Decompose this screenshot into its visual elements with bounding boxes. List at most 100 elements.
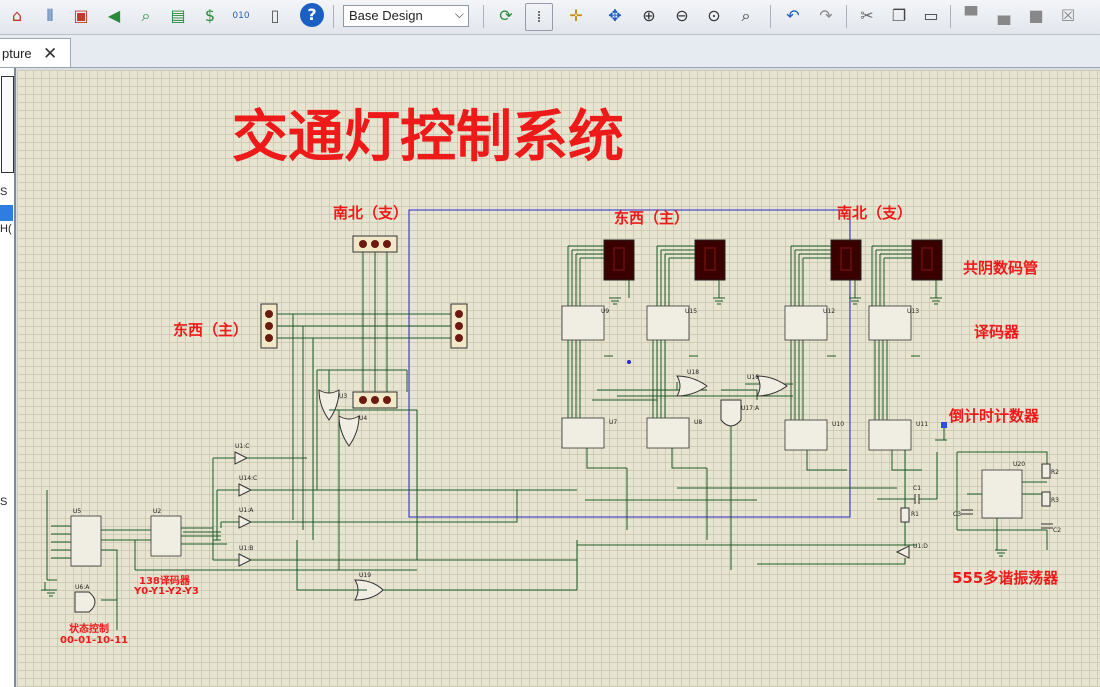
paste-icon[interactable]: ▭ xyxy=(918,3,944,29)
inverter-u14c: U14:C xyxy=(238,475,257,497)
zoom-out-icon[interactable]: ⊖ xyxy=(669,3,695,29)
search-icon[interactable]: ⌕ xyxy=(133,3,159,29)
close-icon[interactable]: ✕ xyxy=(43,44,57,64)
chevron-down-icon: ⌵ xyxy=(454,7,464,21)
chip-u13: U13 xyxy=(868,305,919,341)
chip-u9: U9 xyxy=(561,305,609,341)
label-ew-main-top: 东西（主） xyxy=(614,209,689,227)
label-ns-branch-left: 南北（支） xyxy=(333,204,408,222)
pcb-icon[interactable]: ▤ xyxy=(165,3,191,29)
zoom-in-icon[interactable]: ⊕ xyxy=(636,3,662,29)
chip-u15: U15 xyxy=(646,305,697,341)
gate-u6a: U6:A xyxy=(74,584,96,613)
chip-u2: U2 xyxy=(150,508,182,557)
block-rotate-icon[interactable]: ■ xyxy=(1023,3,1049,29)
resistor-r1: R1 xyxy=(900,507,919,523)
zoom-all-icon[interactable]: ⊙ xyxy=(701,3,727,29)
undo-icon[interactable]: ↶ xyxy=(780,3,806,29)
ref-r1: R1 xyxy=(911,511,919,518)
label-state-codes: 00-01-10-11 xyxy=(60,635,128,646)
probe-marker[interactable] xyxy=(941,422,947,428)
chip-u11: U11 xyxy=(868,419,928,451)
overview-preview[interactable] xyxy=(1,76,14,173)
refresh-icon[interactable]: ⟳ xyxy=(493,3,519,29)
ref-u13: U13 xyxy=(907,308,919,315)
seven-seg-display-2 xyxy=(694,239,726,281)
zoom-area-icon[interactable]: ⌕ xyxy=(733,3,759,29)
redo-icon[interactable]: ↷ xyxy=(813,3,839,29)
junction-dot xyxy=(627,360,631,364)
ref-u11: U11 xyxy=(916,421,928,428)
schematic-drawing: 交通灯控制系统 南北（支） 东西（主） 南北（支） 东西（主） 共阴数码管 译码… xyxy=(41,105,1061,646)
copy-icon[interactable]: ❐ xyxy=(886,3,912,29)
inverter-u1b: U1:B xyxy=(238,545,253,567)
panel-text-1: S xyxy=(0,186,8,198)
label-y-outputs: Y0-Y1-Y2-Y3 xyxy=(133,586,199,597)
label-osc555: 555多谐振荡器 xyxy=(952,569,1059,587)
ref-u6a: U6:A xyxy=(75,584,90,591)
schematic-canvas[interactable]: 交通灯控制系统 南北（支） 东西（主） 南北（支） 东西（主） 共阴数码管 译码… xyxy=(17,70,1100,687)
seven-seg-display-4 xyxy=(911,239,943,281)
ref-u14c: U14:C xyxy=(239,475,257,482)
ref-u1a: U1:A xyxy=(239,507,254,514)
label-countdown: 倒计时计数器 xyxy=(948,407,1040,425)
block-delete-icon[interactable]: ☒ xyxy=(1055,3,1081,29)
cut-icon[interactable]: ✂ xyxy=(854,3,880,29)
block-move-icon[interactable]: ▄ xyxy=(991,3,1017,29)
component-mode-icon[interactable]: ⫴ xyxy=(37,3,63,29)
binary-icon[interactable]: 010 xyxy=(228,3,254,29)
ref-u9: U9 xyxy=(601,308,609,315)
block-copy-icon[interactable]: ▀ xyxy=(958,3,984,29)
ref-u5: U5 xyxy=(73,508,81,515)
ref-u20: U20 xyxy=(1013,461,1025,468)
left-panel: S H( S xyxy=(0,68,16,687)
ref-u19: U19 xyxy=(359,572,371,579)
design-select[interactable]: Base Design ⌵ xyxy=(343,5,469,27)
gate-u4: U4 xyxy=(338,415,367,447)
chip-u5: U5 xyxy=(70,508,102,567)
sound-icon[interactable]: ◀ xyxy=(101,3,127,29)
traffic-light-ew-right xyxy=(450,303,468,349)
ref-u1d: U1:D xyxy=(913,543,928,550)
chip-u12: U12 xyxy=(784,305,835,341)
ref-u3: U3 xyxy=(339,393,347,400)
ref-u1b: U1:B xyxy=(239,545,253,552)
schematic-title: 交通灯控制系统 xyxy=(232,105,624,170)
tab-label: pture xyxy=(2,46,32,61)
label-ns-branch-right: 南北（支） xyxy=(837,204,912,222)
ref-u15: U15 xyxy=(685,308,697,315)
ref-u17a: U17:A xyxy=(741,405,760,412)
ref-r3: R3 xyxy=(1051,497,1059,504)
chip-u20: U20 xyxy=(981,461,1025,519)
label-state-ctrl: 状态控制 xyxy=(69,622,109,635)
label-seven-seg: 共阴数码管 xyxy=(963,259,1038,277)
gate-u17a: U17:A xyxy=(720,399,760,427)
ref-u1c: U1:C xyxy=(235,443,249,450)
capacitor-c1: C1 xyxy=(913,485,921,504)
selected-device-item[interactable] xyxy=(0,205,13,221)
resistor-r3: R3 xyxy=(1041,491,1059,507)
help-icon[interactable]: ? xyxy=(300,3,324,27)
panel-text-2: H( xyxy=(0,223,12,235)
origin-icon[interactable]: ✛ xyxy=(563,3,589,29)
chip-icon[interactable]: ▣ xyxy=(68,3,94,29)
resistor-r2: R2 xyxy=(1041,463,1059,479)
home-icon[interactable]: ⌂ xyxy=(4,3,30,29)
tab-schematic-capture[interactable]: pture ✕ xyxy=(0,38,71,67)
label-ew-main-left: 东西（主） xyxy=(173,321,248,339)
dollar-icon[interactable]: $ xyxy=(197,3,223,29)
panel-text-3: S xyxy=(0,496,8,508)
gate-u18: U18 xyxy=(676,369,708,397)
chip-u10: U10 xyxy=(784,419,844,451)
ref-u4: U4 xyxy=(359,415,367,422)
grid-icon[interactable]: ⁞ xyxy=(525,3,553,31)
chip-u8: U8 xyxy=(646,417,702,449)
tab-bar: pture ✕ xyxy=(0,35,1100,68)
label-decoder: 译码器 xyxy=(974,323,1020,341)
ref-u10: U10 xyxy=(832,421,844,428)
ref-c3: C3 xyxy=(953,511,961,518)
ref-c2: C2 xyxy=(1053,527,1061,534)
pan-icon[interactable]: ✥ xyxy=(602,3,628,29)
ref-u12: U12 xyxy=(823,308,835,315)
document-icon[interactable]: ▯ xyxy=(262,3,288,29)
